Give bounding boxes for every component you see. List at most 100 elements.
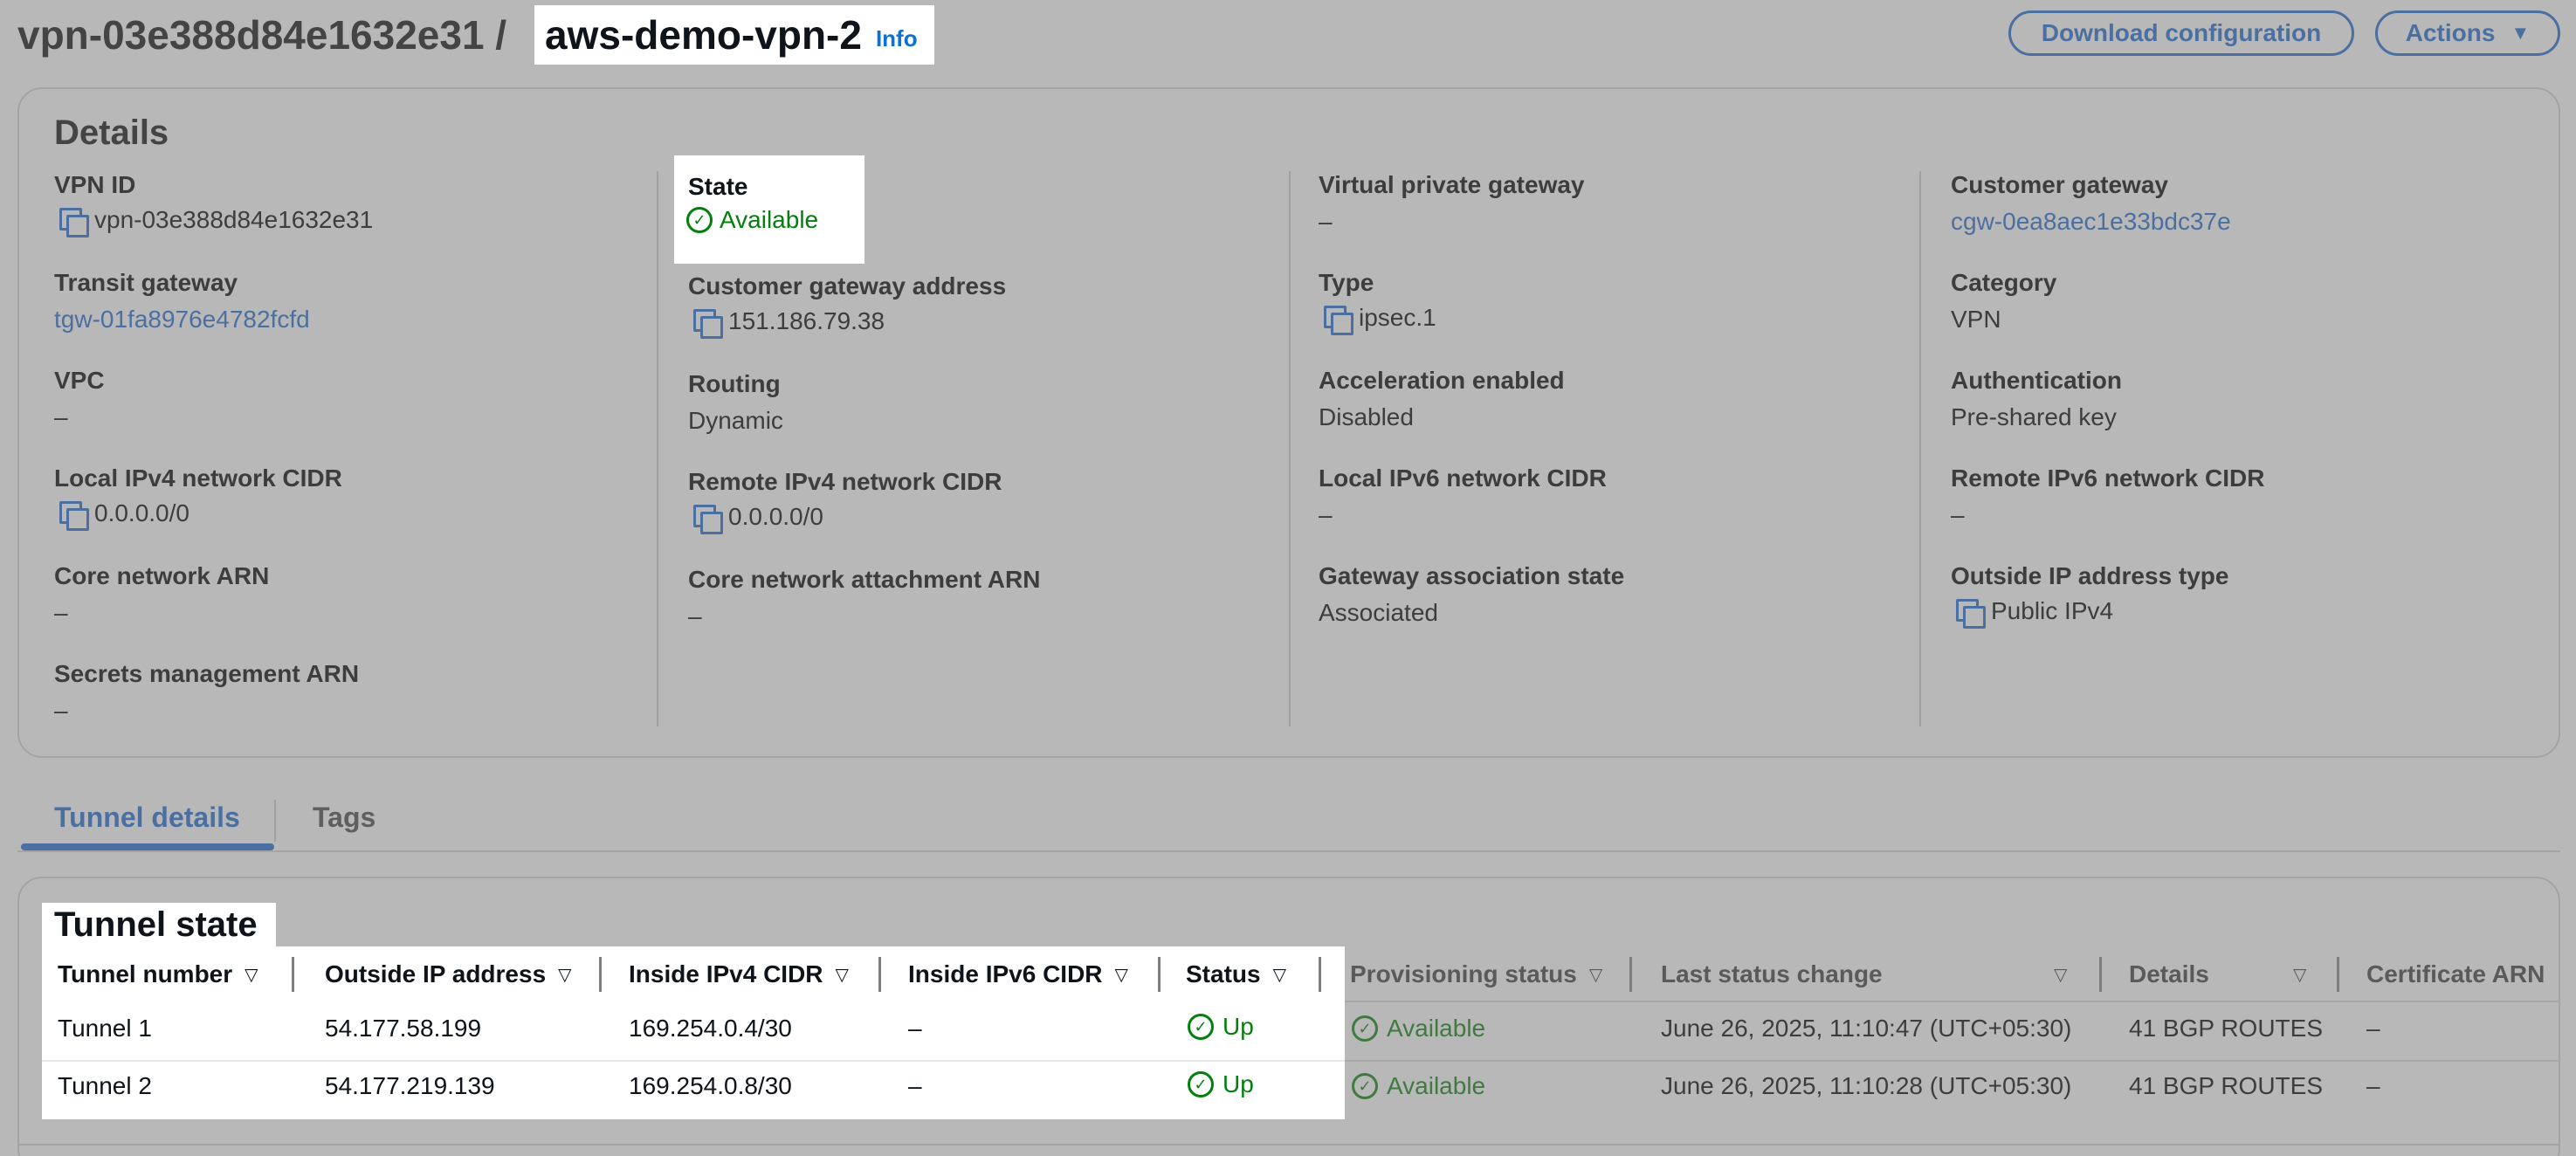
column-resizer[interactable] [599,957,602,992]
download-configuration-label: Download configuration [2041,19,2322,46]
customer-gateway-label: Customer gateway [1951,171,2168,198]
category-label: Category [1951,269,2057,296]
column-header-inside-ipv6[interactable]: Inside IPv6 CIDR ▽ [908,957,1128,992]
column-divider [1289,171,1291,726]
copy-icon[interactable] [692,503,723,534]
column-header-label: Certificate ARN [2366,960,2545,987]
copy-icon[interactable] [58,499,89,531]
column-header-status[interactable]: Status ▽ [1186,957,1286,992]
info-link[interactable]: Info [876,25,918,52]
sort-icon[interactable]: ▽ [245,964,258,986]
column-resizer[interactable] [292,957,294,992]
core-network-attachment-arn-label: Core network attachment ARN [688,566,1041,593]
column-header-label: Tunnel number [58,960,233,987]
sort-icon[interactable]: ▽ [2054,957,2067,992]
customer-gateway-address-label: Customer gateway address [688,272,1007,299]
sort-icon[interactable]: ▽ [836,964,849,986]
column-header-label: Last status change [1661,960,1883,987]
tabs-baseline [17,850,2560,852]
column-header-tunnel-number[interactable]: Tunnel number ▽ [58,957,258,992]
tab-separator [274,800,276,842]
actions-button[interactable]: Actions ▼ [2375,10,2560,56]
actions-label: Actions [2405,19,2496,46]
remote-ipv6-cidr-value: – [1951,501,1965,528]
cell-status: ✓ Up [1188,1013,1254,1041]
cell-last-status-change: June 26, 2025, 11:10:28 (UTC+05:30) [1661,1072,2072,1099]
vpn-name: aws-demo-vpn-2 [545,12,862,58]
provisioning-text: Available [1387,1072,1486,1099]
authentication-value: Pre-shared key [1951,403,2117,430]
column-resizer[interactable] [1319,957,1321,992]
remote-ipv4-cidr-text: 0.0.0.0/0 [728,503,823,530]
core-network-attachment-arn-value: – [688,602,702,630]
column-header-label: Inside IPv4 CIDR [629,960,823,987]
copy-icon[interactable] [1322,304,1353,335]
tab-tags[interactable]: Tags [313,802,375,834]
page-title: aws-demo-vpn-2 Info [534,5,934,65]
cell-details: 41 BGP ROUTES [2129,1015,2324,1042]
category-value: VPN [1951,306,2001,333]
column-header-provisioning-status[interactable]: Provisioning status ▽ [1350,957,1602,992]
remote-ipv4-cidr-label: Remote IPv4 network CIDR [688,468,1002,495]
cell-inside-ipv6: – [908,1015,922,1042]
column-header-label: Details [2129,960,2209,987]
cell-inside-ipv4: 169.254.0.4/30 [629,1015,792,1042]
tunnel-state-title: Tunnel state [42,903,276,946]
vpc-label: VPC [54,367,105,394]
cell-provisioning-status: ✓ Available [1352,1072,1485,1100]
type-label: Type [1319,269,1374,296]
copy-icon[interactable] [58,206,89,237]
gateway-association-label: Gateway association state [1319,562,1625,589]
column-header-label: Provisioning status [1350,960,1577,987]
cell-outside-ip: 54.177.58.199 [325,1015,482,1042]
column-header-certificate-arn[interactable]: Certificate ARN [2366,957,2545,992]
column-header-outside-ip[interactable]: Outside IP address ▽ [325,957,572,992]
column-resizer[interactable] [1629,957,1632,992]
check-circle-icon: ✓ [1352,1015,1378,1042]
local-ipv6-cidr-value: – [1319,501,1333,528]
authentication-label: Authentication [1951,367,2122,394]
column-resizer[interactable] [1158,957,1161,992]
virtual-private-gateway-value: – [1319,208,1333,235]
outside-ip-type-value: Public IPv4 [1954,597,2113,629]
sort-icon[interactable]: ▽ [1273,964,1286,986]
sort-icon[interactable]: ▽ [1115,964,1128,986]
copy-icon[interactable] [1954,597,1986,629]
column-resizer[interactable] [2337,957,2339,992]
cell-details: 41 BGP ROUTES [2129,1072,2324,1099]
header-divider [1345,1001,2560,1002]
vpn-id-text: vpn-03e388d84e1632e31 [94,206,374,233]
copy-icon[interactable] [692,307,723,339]
sort-icon[interactable]: ▽ [558,964,571,986]
routing-value: Dynamic [688,407,783,434]
secrets-arn-value: – [54,697,68,724]
transit-gateway-link[interactable]: tgw-01fa8976e4782fcfd [54,306,310,334]
transit-gateway-label: Transit gateway [54,269,238,296]
local-ipv4-cidr-label: Local IPv4 network CIDR [54,464,342,492]
remote-ipv4-cidr-value: 0.0.0.0/0 [692,503,823,534]
local-ipv6-cidr-label: Local IPv6 network CIDR [1319,464,1607,492]
column-header-details[interactable]: Details [2129,957,2209,992]
active-tab-indicator [21,843,274,850]
local-ipv4-cidr-text: 0.0.0.0/0 [94,499,189,526]
column-header-last-status-change[interactable]: Last status change [1661,957,1883,992]
column-resizer[interactable] [878,957,881,992]
sort-icon[interactable]: ▽ [2293,957,2306,992]
download-configuration-button[interactable]: Download configuration [2008,10,2354,56]
column-divider [1919,171,1921,726]
sort-icon[interactable]: ▽ [1589,964,1602,986]
check-circle-icon: ✓ [1188,1014,1214,1040]
caret-down-icon: ▼ [2511,22,2531,44]
outside-ip-type-label: Outside IP address type [1951,562,2229,589]
type-value: ipsec.1 [1322,304,1436,335]
cell-outside-ip: 54.177.219.139 [325,1072,495,1099]
column-resizer[interactable] [2099,957,2102,992]
remote-ipv6-cidr-label: Remote IPv6 network CIDR [1951,464,2265,492]
vpn-id-prefix: vpn-03e388d84e1632e31 / [17,12,507,58]
core-network-arn-value: – [54,599,68,626]
tab-tunnel-details[interactable]: Tunnel details [54,802,240,834]
cell-inside-ipv6: – [908,1072,922,1099]
column-header-inside-ipv4[interactable]: Inside IPv4 CIDR ▽ [629,957,849,992]
gateway-association-value: Associated [1319,599,1438,626]
customer-gateway-link[interactable]: cgw-0ea8aec1e33bdc37e [1951,208,2231,236]
